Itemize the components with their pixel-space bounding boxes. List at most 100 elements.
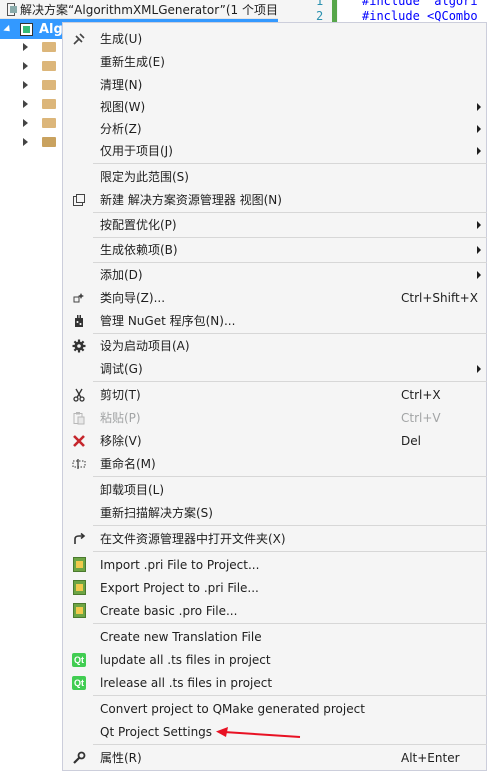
scissors-icon (71, 387, 87, 403)
build-icon (71, 31, 87, 47)
menu-label: 重命名(M) (100, 457, 156, 471)
expand-arrow-icon[interactable] (3, 24, 13, 34)
menu-label: 按配置优化(P) (100, 218, 177, 232)
gear-icon (71, 338, 87, 354)
menu-item-rebuild[interactable]: 重新生成(E) (63, 50, 487, 73)
menu-item-project-only[interactable]: 仅用于项目(J) (63, 139, 487, 162)
line-number: 2 (316, 9, 324, 23)
menu-item-create-translation[interactable]: Create new Translation File (63, 625, 487, 648)
menu-label: lupdate all .ts files in project (100, 652, 271, 667)
new-view-icon (71, 192, 87, 208)
menu-item-new-view[interactable]: 新建 解决方案资源管理器 视图(N) (63, 188, 487, 211)
folder-icon (42, 79, 56, 90)
menu-item-analyze[interactable]: 分析(Z) (63, 117, 487, 140)
menu-item-cut[interactable]: 剪切(T) Ctrl+X (63, 383, 487, 406)
submenu-arrow-icon (477, 220, 481, 229)
menu-label: Create new Translation File (100, 629, 262, 644)
menu-item-debug[interactable]: 调试(G) (63, 357, 487, 380)
menu-item-set-startup[interactable]: 设为启动项目(A) (63, 334, 487, 357)
menu-item-unload[interactable]: 卸载项目(L) (63, 478, 487, 501)
menu-item-build[interactable]: 生成(U) (63, 27, 487, 50)
menu-label: 清理(N) (100, 78, 143, 92)
menu-item-pgo[interactable]: 按配置优化(P) (63, 213, 487, 236)
menu-label: 仅用于项目(J) (100, 144, 173, 158)
menu-item-open-folder[interactable]: 在文件资源管理器中打开文件夹(X) (63, 527, 487, 550)
menu-label: 生成依赖项(B) (100, 243, 178, 257)
folder-icon (42, 98, 56, 109)
folder-icon (42, 41, 56, 52)
menu-separator (93, 525, 487, 526)
menu-item-remove[interactable]: 移除(V) Del (63, 429, 487, 452)
solution-icon (7, 2, 17, 16)
tree-node[interactable] (0, 132, 62, 151)
qt-icon: Qt (72, 652, 86, 667)
menu-label: 管理 NuGet 程序包(N)... (100, 314, 236, 328)
solution-header[interactable]: 解决方案“AlgorithmXMLGenerator”(1 个项目 (0, 0, 278, 19)
menu-label: 设为启动项目(A) (100, 339, 190, 353)
menu-item-class-wizard[interactable]: 类向导(Z)... Ctrl+Shift+X (63, 286, 487, 309)
menu-separator (93, 381, 487, 382)
tree-node[interactable] (0, 113, 62, 132)
menu-item-clean[interactable]: 清理(N) (63, 73, 487, 96)
menu-item-export-pri[interactable]: Export Project to .pri File... (63, 576, 487, 599)
menu-label: Convert project to QMake generated proje… (100, 701, 365, 716)
folder-icon (42, 60, 56, 71)
menu-shortcut: Del (401, 433, 421, 448)
menu-label: 生成(U) (100, 32, 143, 46)
menu-separator (93, 476, 487, 477)
code-editor[interactable]: 1 2 #include "algori #include <QCombo (278, 0, 487, 60)
submenu-arrow-icon (477, 102, 481, 111)
tree-node[interactable] (0, 37, 62, 56)
project-icon (20, 22, 33, 36)
collapse-arrow-icon[interactable] (23, 137, 28, 146)
import-pri-icon (71, 557, 87, 573)
annotation-arrow-icon (216, 727, 301, 738)
menu-separator (93, 163, 487, 164)
solution-title: 解决方案“AlgorithmXMLGenerator”(1 个项目 (19, 2, 278, 17)
menu-item-add[interactable]: 添加(D) (63, 263, 487, 286)
menu-item-create-pro[interactable]: Create basic .pro File... (63, 599, 487, 622)
menu-item-properties[interactable]: 属性(R) Alt+Enter (63, 746, 487, 769)
menu-label: 视图(W) (100, 100, 146, 114)
submenu-arrow-icon (477, 270, 481, 279)
tree-node[interactable] (0, 94, 62, 113)
collapse-arrow-icon[interactable] (23, 118, 28, 127)
menu-item-lrelease[interactable]: Qt lrelease all .ts files in project (63, 671, 487, 694)
menu-label: Import .pri File to Project... (100, 557, 260, 572)
menu-item-rescan[interactable]: 重新扫描解决方案(S) (63, 501, 487, 524)
submenu-arrow-icon (477, 364, 481, 373)
menu-label: lrelease all .ts files in project (100, 675, 273, 690)
menu-item-view[interactable]: 视图(W) (63, 95, 487, 118)
context-menu: 生成(U) 重新生成(E) 清理(N) 视图(W) 分析(Z) 仅用于项目(J)… (62, 22, 487, 771)
qt-icon: Qt (72, 675, 86, 690)
menu-item-import-pri[interactable]: Import .pri File to Project... (63, 553, 487, 576)
menu-label: 粘贴(P) (100, 411, 141, 425)
menu-item-nuget[interactable]: 管理 NuGet 程序包(N)... (63, 309, 487, 332)
line-number: 1 (316, 0, 324, 8)
paste-icon (71, 410, 87, 426)
export-pri-icon (71, 580, 87, 596)
menu-item-rename[interactable]: 重命名(M) (63, 452, 487, 475)
menu-item-scope-to-this[interactable]: 限定为此范围(S) (63, 165, 487, 188)
menu-shortcut: Ctrl+Shift+X (401, 290, 478, 305)
menu-label: 重新生成(E) (100, 55, 165, 69)
tree-node[interactable] (0, 75, 62, 94)
menu-label: 分析(Z) (100, 122, 142, 136)
menu-separator (93, 623, 487, 624)
menu-label: 移除(V) (100, 434, 142, 448)
tree-node[interactable] (0, 56, 62, 75)
menu-label: 类向导(Z)... (100, 291, 166, 305)
menu-item-lupdate[interactable]: Qt lupdate all .ts files in project (63, 648, 487, 671)
menu-item-build-dependencies[interactable]: 生成依赖项(B) (63, 238, 487, 261)
menu-item-paste[interactable]: 粘贴(P) Ctrl+V (63, 406, 487, 429)
collapse-arrow-icon[interactable] (23, 42, 28, 51)
menu-item-convert-qmake[interactable]: Convert project to QMake generated proje… (63, 697, 487, 720)
menu-label: 调试(G) (100, 362, 143, 376)
menu-label: Export Project to .pri File... (100, 580, 259, 595)
collapse-arrow-icon[interactable] (23, 61, 28, 70)
collapse-arrow-icon[interactable] (23, 99, 28, 108)
collapse-arrow-icon[interactable] (23, 80, 28, 89)
menu-label: 卸载项目(L) (100, 483, 165, 497)
menu-label: 属性(R) (100, 751, 142, 765)
folder-icon (42, 117, 56, 128)
